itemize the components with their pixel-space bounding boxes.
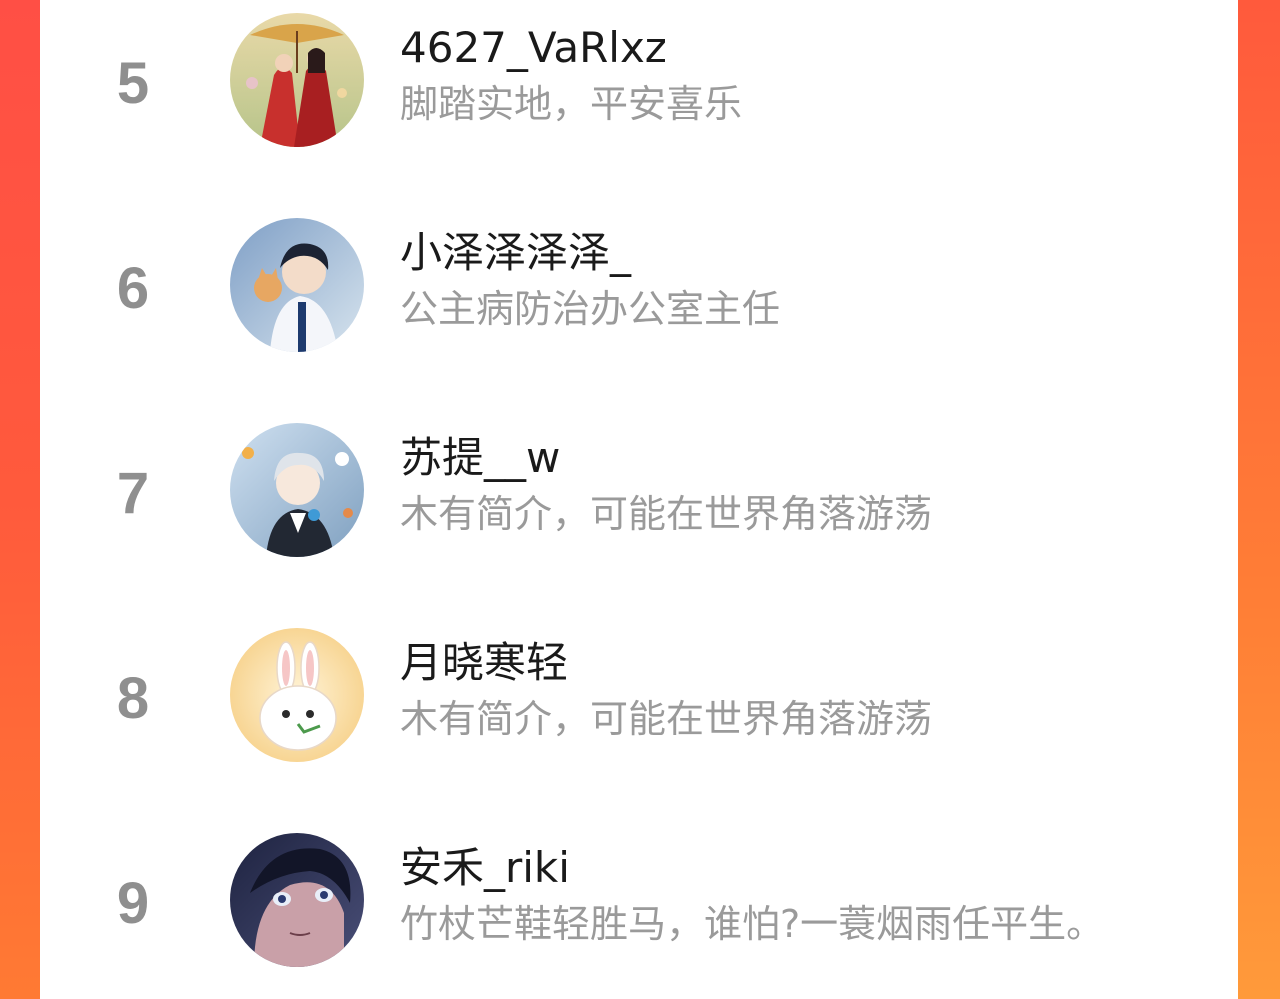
app-frame: 5 4627_VaRlxz 脚踏实地，平安喜乐 6 小泽泽泽泽_ 公主病防治办公… [0, 0, 1280, 999]
background-edge-right [1238, 0, 1280, 999]
user-avatar[interactable] [230, 628, 364, 762]
user-avatar[interactable] [230, 833, 364, 967]
user-avatar[interactable] [230, 13, 364, 147]
rank-number: 7 [116, 461, 150, 526]
user-bio: 木有简介，可能在世界角落游荡 [400, 492, 933, 536]
user-bio: 公主病防治办公室主任 [400, 287, 781, 331]
list-item[interactable]: 5 4627_VaRlxz 脚踏实地，平安喜乐 [40, 5, 1238, 155]
list-item[interactable]: 6 小泽泽泽泽_ 公主病防治办公室主任 [40, 210, 1238, 360]
user-avatar[interactable] [230, 218, 364, 352]
rank-number: 9 [116, 871, 150, 936]
list-item[interactable]: 7 苏提__w 木有简介，可能在世界角落游荡 [40, 415, 1238, 565]
user-name[interactable]: 小泽泽泽泽_ [400, 232, 631, 274]
user-bio: 脚踏实地，平安喜乐 [400, 82, 743, 126]
user-avatar[interactable] [230, 423, 364, 557]
list-item[interactable]: 9 安禾_riki 竹杖芒鞋轻胜马，谁怕?一蓑烟雨任平生。 [40, 825, 1238, 975]
rank-number: 8 [116, 666, 150, 731]
user-name[interactable]: 苏提__w [400, 437, 560, 479]
user-name[interactable]: 4627_VaRlxz [400, 27, 667, 69]
user-name[interactable]: 月晓寒轻 [400, 642, 568, 684]
list-item[interactable]: 8 月晓寒轻 木有简介，可能在世界角落游荡 [40, 620, 1238, 770]
user-bio: 木有简介，可能在世界角落游荡 [400, 697, 933, 741]
rank-number: 5 [116, 51, 150, 116]
user-name[interactable]: 安禾_riki [400, 847, 570, 889]
user-bio: 竹杖芒鞋轻胜马，谁怕?一蓑烟雨任平生。 [400, 902, 1105, 946]
rank-number: 6 [116, 256, 150, 321]
ranking-list-panel: 5 4627_VaRlxz 脚踏实地，平安喜乐 6 小泽泽泽泽_ 公主病防治办公… [40, 0, 1238, 999]
